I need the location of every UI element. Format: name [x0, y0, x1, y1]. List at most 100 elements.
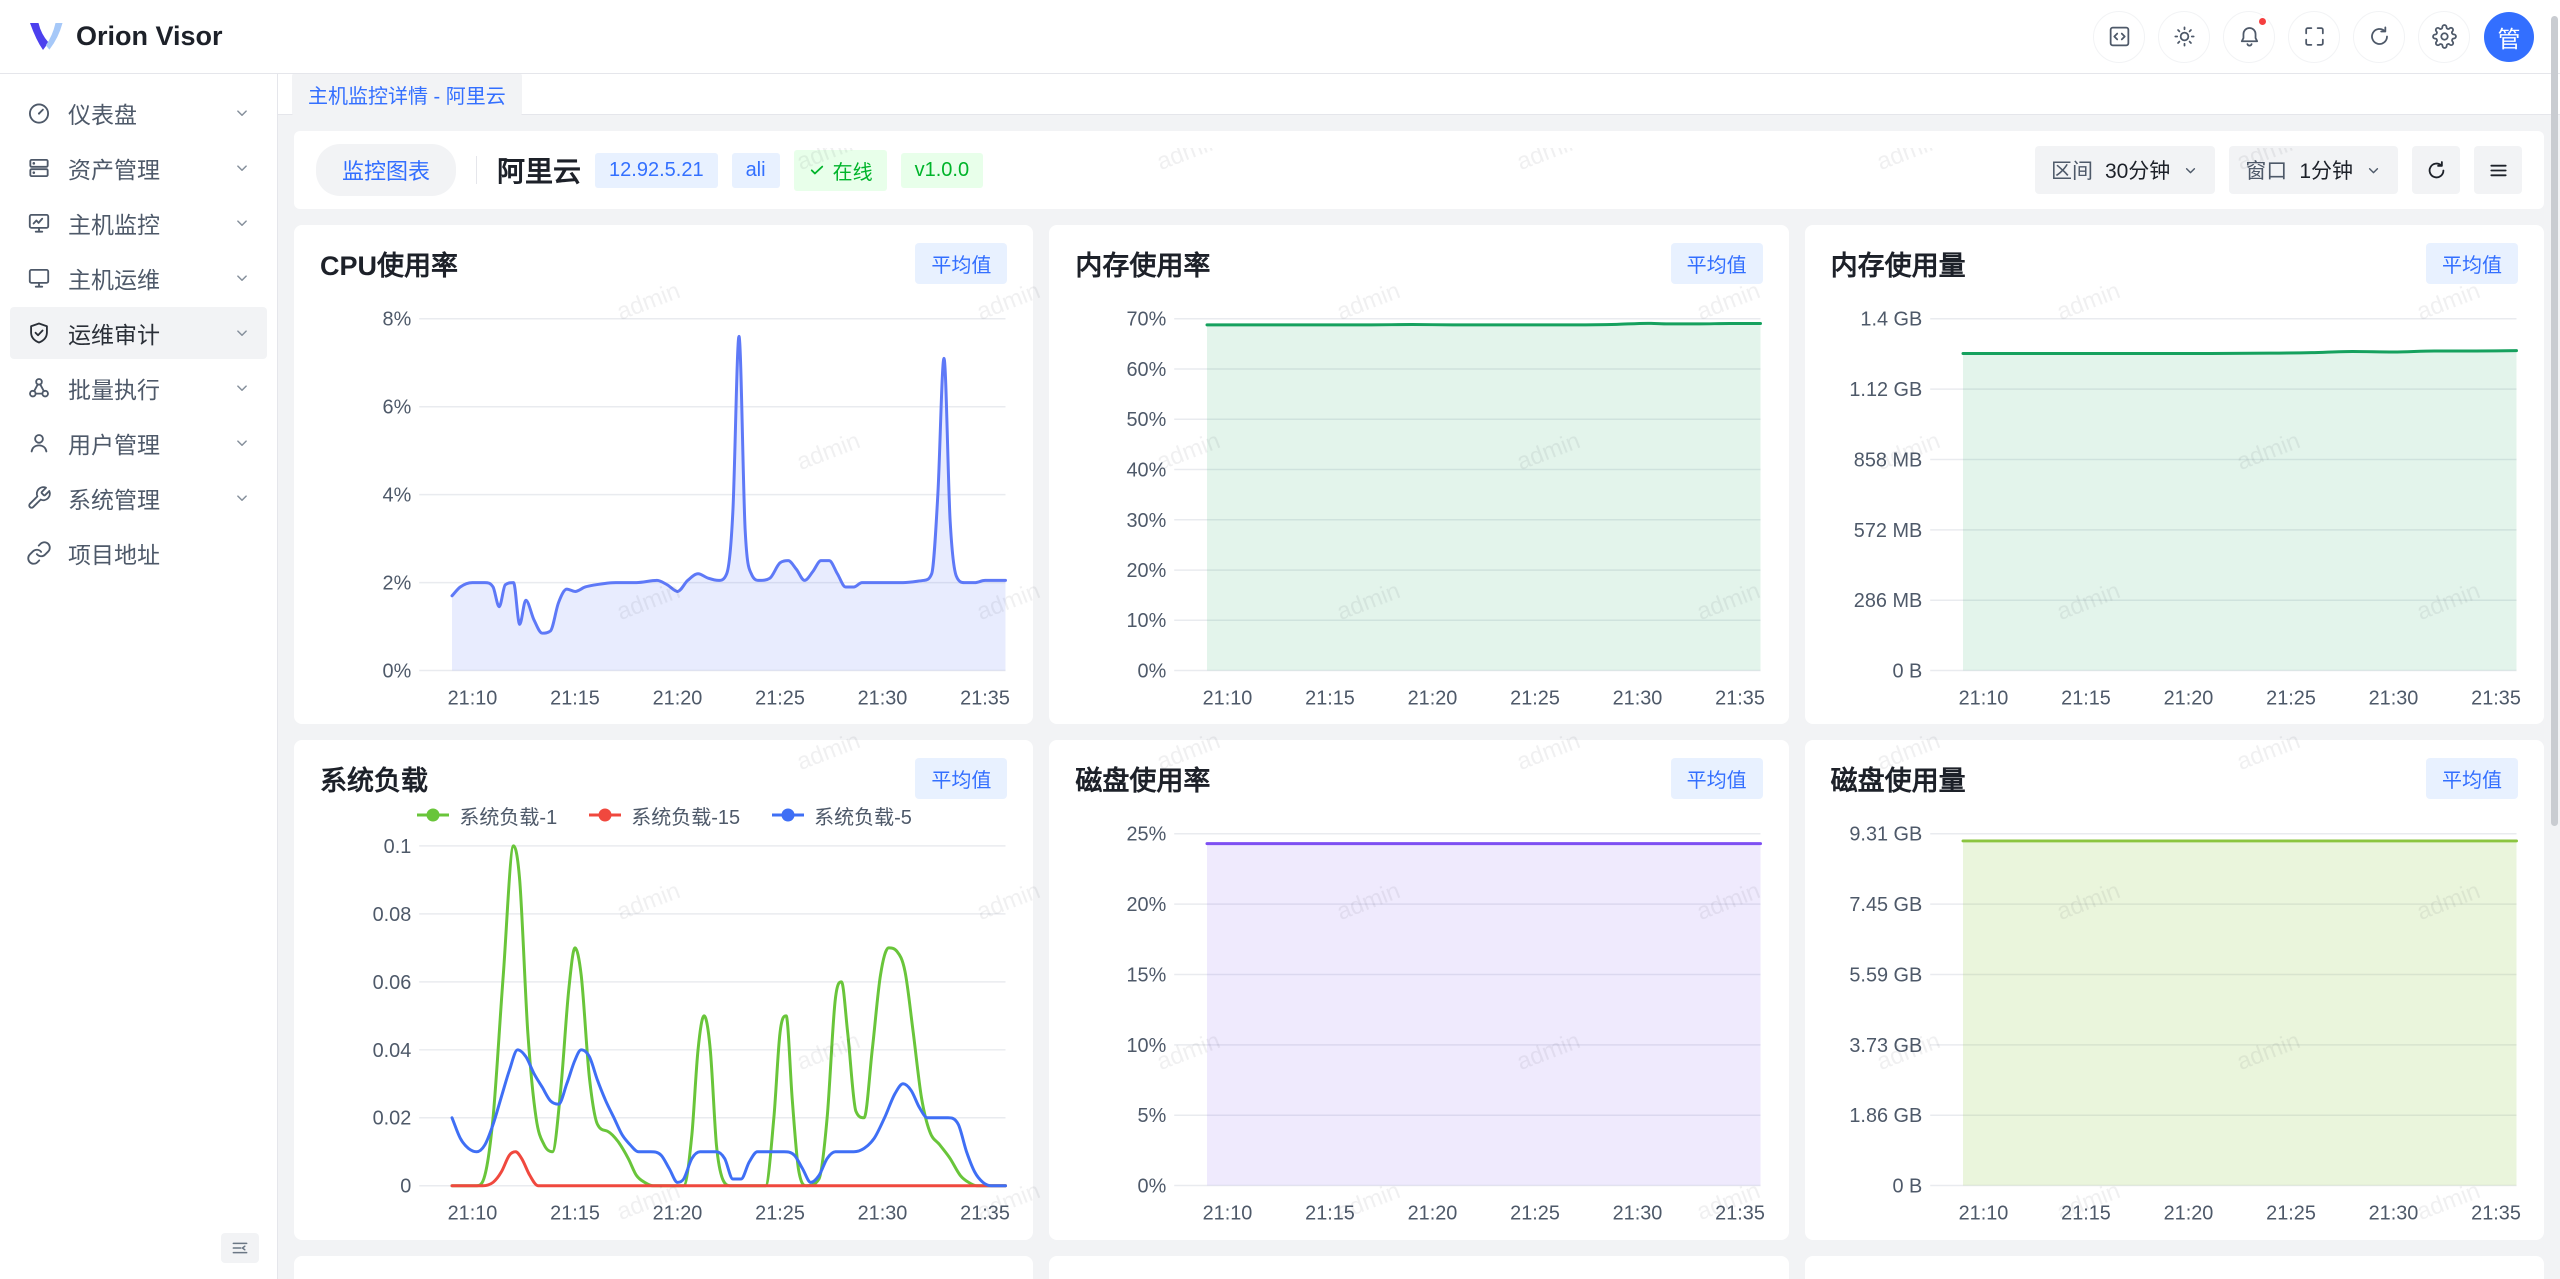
window-select[interactable]: 窗口 1分钟: [2229, 146, 2398, 194]
chart-card-disk-usage: 磁盘使用量平均值0 B1.86 GB3.73 GB5.59 GB7.45 GB9…: [1805, 740, 2544, 1239]
svg-text:21:35: 21:35: [960, 687, 1010, 709]
theme-sun-button[interactable]: [2158, 11, 2210, 63]
notifications-bell-button[interactable]: [2223, 11, 2275, 63]
sidebar-item-dashboard-gauge[interactable]: 仪表盘: [10, 87, 267, 139]
avatar[interactable]: 管: [2484, 12, 2534, 62]
fullscreen-icon: [2302, 24, 2327, 49]
host-tags: 12.92.5.21ali在线v1.0.0: [581, 150, 983, 191]
chart-card-mem-usage: 内存使用量平均值0 B286 MB572 MB858 MB1.12 GB1.4 …: [1805, 225, 2544, 724]
svg-text:3.73 GB: 3.73 GB: [1849, 1035, 1922, 1057]
batch-exec-icon: [26, 375, 52, 401]
chart-menu-button[interactable]: [2474, 146, 2522, 194]
code-square-button[interactable]: [2093, 11, 2145, 63]
svg-text:70%: 70%: [1127, 309, 1167, 331]
svg-text:21:10: 21:10: [448, 1203, 498, 1225]
svg-text:21:30: 21:30: [2368, 687, 2418, 709]
sidebar-item-label: 系统管理: [68, 481, 233, 515]
svg-text:21:35: 21:35: [2471, 1203, 2521, 1225]
app-logo[interactable]: [26, 20, 66, 54]
sidebar-item-label: 运维审计: [68, 316, 233, 350]
sidebar-item-audit-shield[interactable]: 运维审计: [10, 307, 267, 359]
sidebar-item-asset-server[interactable]: 资产管理: [10, 142, 267, 194]
svg-text:30%: 30%: [1127, 510, 1167, 532]
svg-text:21:20: 21:20: [1408, 687, 1458, 709]
svg-text:15%: 15%: [1127, 965, 1167, 987]
audit-shield-icon: [26, 320, 52, 346]
svg-text:21:30: 21:30: [2368, 1203, 2418, 1225]
svg-text:7.45 GB: 7.45 GB: [1849, 894, 1922, 916]
chart-plot-mem-rate: 0%10%20%30%40%50%60%70%21:1021:1521:2021…: [1049, 283, 1788, 720]
notification-dot: [2257, 16, 2268, 27]
chart-card-head: 内存使用量 平均值: [1805, 243, 2544, 283]
svg-text:1.4 GB: 1.4 GB: [1860, 309, 1922, 331]
scrollbar-thumb[interactable]: [2551, 16, 2558, 826]
host-tag-text: v1.0.0: [915, 159, 969, 182]
sidebar-item-link[interactable]: 项目地址: [10, 527, 267, 579]
chart-card-disk-rate: 磁盘使用率平均值0%5%10%15%20%25%21:1021:1521:202…: [1049, 740, 1788, 1239]
svg-text:6%: 6%: [383, 397, 412, 419]
monitor-chart-view-button[interactable]: 监控图表: [316, 144, 456, 196]
legend-item[interactable]: 系统负载-1: [415, 801, 557, 830]
svg-text:21:15: 21:15: [2061, 1203, 2111, 1225]
svg-text:21:35: 21:35: [960, 1203, 1010, 1225]
avg-value-badge: 平均值: [1671, 758, 1763, 799]
avg-value-badge: 平均值: [915, 758, 1007, 799]
settings-gear-button[interactable]: [2418, 11, 2470, 63]
chart-title-disk-rate: 磁盘使用率: [1075, 759, 1210, 798]
host-toolbar: 监控图表 阿里云 12.92.5.21ali在线v1.0.0 区间 30分钟 窗…: [294, 131, 2544, 209]
chevron-down-icon: [233, 214, 251, 232]
svg-text:21:20: 21:20: [653, 687, 703, 709]
svg-text:858 MB: 858 MB: [1853, 449, 1921, 471]
theme-sun-icon: [2172, 24, 2197, 49]
chevron-down-icon: [2182, 162, 2199, 179]
toolbar-divider: [476, 156, 477, 184]
svg-text:5%: 5%: [1138, 1105, 1167, 1127]
chart-plot-disk-usage: 0 B1.86 GB3.73 GB5.59 GB7.45 GB9.31 GB21…: [1805, 798, 2544, 1235]
window-value: 1分钟: [2299, 155, 2353, 185]
legend-item[interactable]: 系统负载-5: [770, 801, 912, 830]
sidebar-item-batch-exec[interactable]: 批量执行: [10, 362, 267, 414]
hamburger-menu-icon: [2487, 159, 2510, 182]
svg-text:0.08: 0.08: [373, 904, 412, 926]
chevron-down-icon: [233, 324, 251, 342]
legend-item[interactable]: 系统负载-15: [587, 801, 740, 830]
range-select[interactable]: 区间 30分钟: [2035, 146, 2215, 194]
chart-title-mem-rate: 内存使用率: [1075, 244, 1210, 283]
avg-value-badge: 平均值: [1671, 243, 1763, 284]
svg-text:21:15: 21:15: [2061, 687, 2111, 709]
range-value: 30分钟: [2105, 155, 2170, 185]
sidebar-item-label: 批量执行: [68, 371, 233, 405]
sidebar-item-label: 用户管理: [68, 426, 233, 460]
sidebar-item-label: 仪表盘: [68, 96, 233, 130]
check-icon: [808, 161, 826, 179]
chart-card-head: 磁盘使用量平均值: [1805, 758, 2544, 798]
sidebar-collapse-button[interactable]: [221, 1233, 259, 1263]
avg-value-badge: 平均值: [2426, 243, 2518, 284]
refresh-button[interactable]: [2353, 11, 2405, 63]
chart-plot-load: 00.020.040.060.080.121:1021:1521:2021:25…: [294, 832, 1033, 1235]
sidebar-item-host-terminal[interactable]: 主机运维: [10, 252, 267, 304]
svg-text:0 B: 0 B: [1892, 1176, 1922, 1198]
chevron-down-icon: [233, 104, 251, 122]
host-terminal-icon: [26, 265, 52, 291]
refresh-charts-button[interactable]: [2412, 146, 2460, 194]
sidebar-item-host-monitor-chart[interactable]: 主机监控: [10, 197, 267, 249]
svg-text:21:30: 21:30: [858, 687, 908, 709]
sidebar-menu: 仪表盘资产管理主机监控主机运维运维审计批量执行用户管理系统管理项目地址: [0, 87, 277, 579]
code-square-icon: [2107, 24, 2132, 49]
svg-text:21:25: 21:25: [2266, 687, 2316, 709]
svg-text:1.12 GB: 1.12 GB: [1849, 379, 1922, 401]
chart-card-head: CPU使用率平均值: [294, 243, 1033, 283]
chevron-down-icon: [233, 379, 251, 397]
host-tag-2: 在线: [794, 150, 887, 191]
svg-text:21:30: 21:30: [858, 1203, 908, 1225]
notifications-bell-icon: [2237, 24, 2262, 49]
sidebar-item-system-wrench[interactable]: 系统管理: [10, 472, 267, 524]
sidebar-item-user[interactable]: 用户管理: [10, 417, 267, 469]
chevron-down-icon: [233, 489, 251, 507]
tab-host-monitor-detail[interactable]: 主机监控详情 - 阿里云: [292, 74, 522, 116]
tab-bar: 主机监控详情 - 阿里云: [278, 74, 2560, 115]
chart-title-mem-usage: 内存使用量: [1831, 244, 1966, 283]
fullscreen-button[interactable]: [2288, 11, 2340, 63]
svg-text:21:25: 21:25: [755, 687, 805, 709]
